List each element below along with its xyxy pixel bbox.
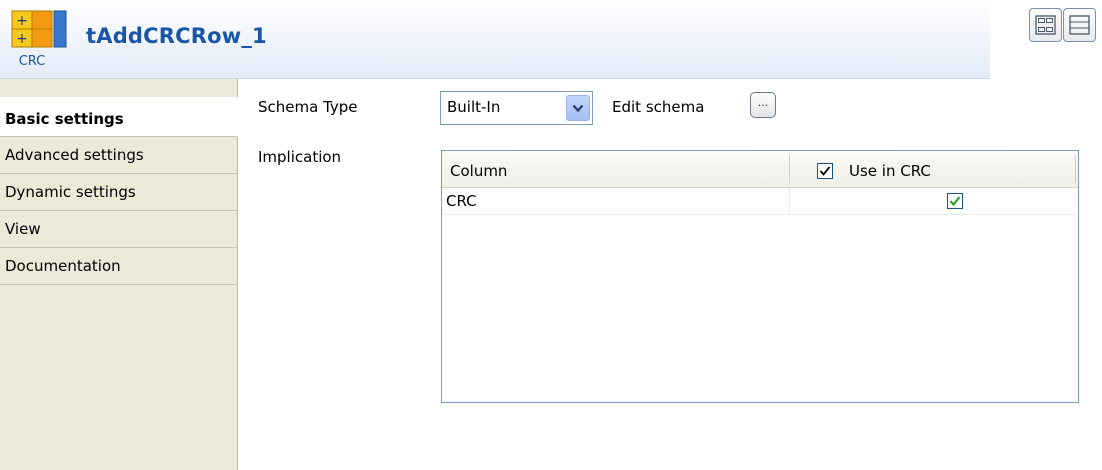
chevron-down-icon bbox=[572, 104, 584, 113]
tab-basic-settings[interactable]: Basic settings bbox=[0, 97, 238, 137]
dropdown-button[interactable] bbox=[566, 95, 590, 121]
table-row[interactable]: CRC bbox=[442, 188, 1078, 215]
tab-view[interactable]: View bbox=[0, 211, 237, 248]
column-header-use-in-crc[interactable]: Use in CRC bbox=[849, 162, 931, 180]
crc-component-icon: + + CRC bbox=[11, 10, 67, 69]
schema-type-select[interactable]: Built-In bbox=[440, 91, 593, 125]
list-layout-icon bbox=[1069, 15, 1090, 35]
component-title: tAddCRCRow_1 bbox=[86, 24, 267, 48]
tab-dynamic-settings[interactable]: Dynamic settings bbox=[0, 174, 237, 211]
implication-label: Implication bbox=[258, 148, 342, 166]
svg-text:+: + bbox=[16, 31, 28, 47]
table-header: Column Use in CRC bbox=[442, 151, 1078, 188]
schema-type-value: Built-In bbox=[447, 98, 501, 116]
checkmark-icon bbox=[819, 166, 831, 176]
settings-tab-list: Basic settings Advanced settings Dynamic… bbox=[0, 79, 238, 470]
column-divider bbox=[1075, 155, 1076, 183]
list-layout-button[interactable] bbox=[1063, 8, 1096, 42]
component-header: + + CRC tAddCRCRow_1 bbox=[0, 0, 990, 79]
component-settings-panel: + + CRC tAddCRCRow_1 Basic settings Adva… bbox=[0, 0, 1102, 470]
edit-schema-label: Edit schema bbox=[612, 98, 705, 116]
tab-advanced-settings[interactable]: Advanced settings bbox=[0, 137, 237, 174]
use-in-crc-all-checkbox[interactable] bbox=[817, 163, 833, 179]
crc-icon-label: CRC bbox=[19, 54, 46, 69]
table-layout-button[interactable] bbox=[1029, 8, 1062, 42]
use-in-crc-checkbox[interactable] bbox=[947, 193, 963, 209]
column-header-column[interactable]: Column bbox=[450, 162, 507, 180]
schema-type-label: Schema Type bbox=[258, 98, 358, 116]
tab-documentation[interactable]: Documentation bbox=[0, 248, 237, 285]
table-layout-icon bbox=[1035, 15, 1056, 35]
green-checkmark-icon bbox=[949, 196, 961, 207]
edit-schema-button[interactable]: ... bbox=[750, 92, 776, 118]
cell-column-name: CRC bbox=[446, 192, 477, 210]
svg-text:+: + bbox=[16, 13, 28, 29]
tab-spacer bbox=[0, 79, 237, 98]
implication-table[interactable]: Column Use in CRC CRC bbox=[441, 150, 1079, 403]
column-divider bbox=[789, 155, 790, 183]
cell-divider bbox=[789, 188, 790, 214]
